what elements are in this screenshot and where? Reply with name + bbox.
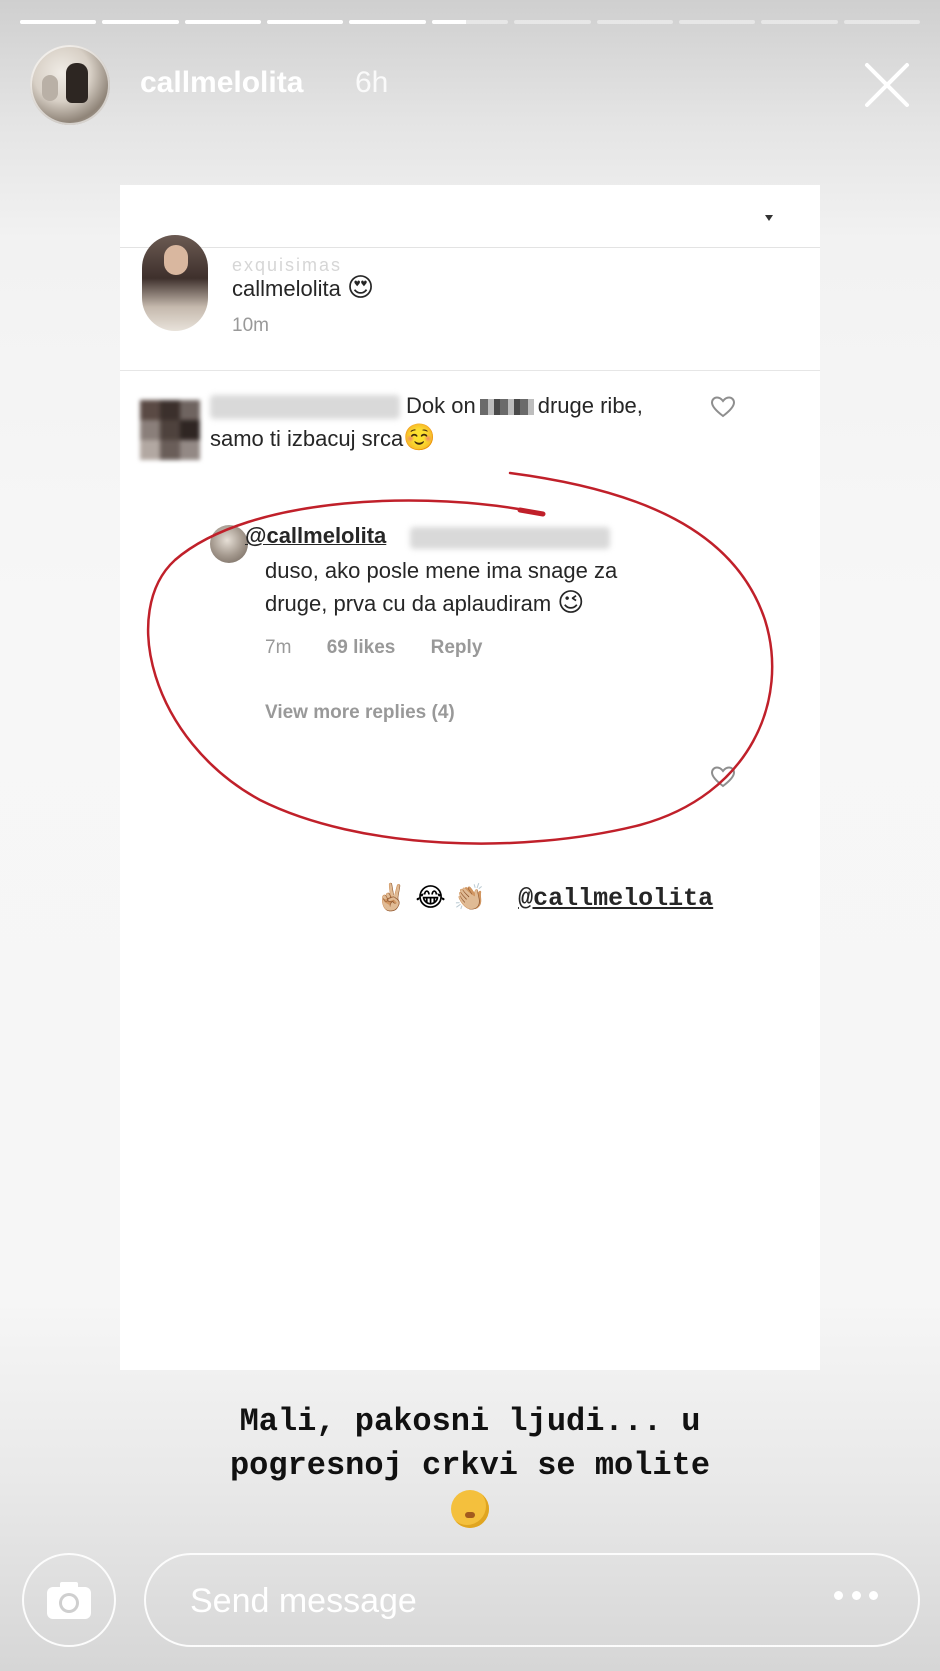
shushing-face-emoji — [451, 1490, 489, 1528]
close-button[interactable] — [862, 60, 912, 110]
comment-text-part2: druge ribe, — [537, 393, 643, 418]
reply-text-line1: duso, ako posle mene ima snage za — [265, 558, 618, 583]
censored-word — [479, 399, 534, 416]
story-progress-segment — [102, 20, 179, 24]
caption-time: 10m — [232, 315, 269, 336]
reply-handle[interactable]: @callmelolita — [245, 523, 386, 549]
story-caption-line2: pogresnoj crkvi se molite — [229, 1447, 711, 1484]
comment-text-part1: Dok on — [406, 393, 476, 418]
screenshot-top-bar — [120, 185, 820, 248]
winking-emoji: 😉 — [557, 588, 585, 618]
reply-likes[interactable]: 69 likes — [327, 637, 396, 658]
story-progress-segment — [349, 20, 426, 24]
mention-tag[interactable]: @callmelolita — [518, 884, 713, 913]
story-caption: Mali, pakosni ljudi... u pogresnoj crkvi… — [0, 1400, 940, 1528]
mention-sticker: ✌🏼 😂 👏🏼 @callmelolita — [375, 883, 713, 913]
story-progress-segment — [761, 20, 838, 24]
close-icon — [865, 63, 909, 107]
commenter-avatar-blurred — [140, 400, 200, 460]
reply-button[interactable]: Reply — [431, 637, 483, 658]
story-viewer: callmelolita 6h exquisimas callmelolita … — [0, 0, 940, 1671]
profile-avatar[interactable] — [30, 45, 110, 125]
clapping-hands-emoji: 👏🏼 — [453, 883, 487, 913]
post-caption — [120, 248, 820, 371]
caption-username: callmelolita 😍 — [232, 273, 374, 303]
caption-avatar — [142, 235, 208, 331]
reply-text-line2: druge, prva cu da aplaudiram — [265, 591, 552, 616]
send-message-placeholder: Send message — [190, 1582, 417, 1620]
send-message-input[interactable]: Send message — [144, 1553, 920, 1647]
comment-text: Dok on druge ribe, samo ti izbacuj srca☺️ — [210, 390, 730, 455]
camera-icon — [47, 1582, 91, 1619]
heart-eyes-emoji: 😍 — [346, 273, 375, 303]
story-progress-segment — [678, 20, 756, 24]
view-more-replies-link[interactable]: View more replies (4) — [265, 702, 455, 724]
story-progress-segment — [596, 20, 673, 24]
reply-meta: 7m 69 likes Reply — [265, 637, 512, 659]
story-progress-segment — [514, 20, 591, 24]
dropdown-arrow-icon — [765, 215, 773, 221]
reply-mention-blurred — [410, 527, 610, 549]
story-progress-segment — [843, 20, 920, 24]
comment-text-line2: samo ti izbacuj srca — [210, 426, 404, 451]
camera-button[interactable] — [22, 1553, 116, 1647]
story-username[interactable]: callmelolita — [140, 66, 303, 100]
reply-time: 7m — [265, 637, 292, 658]
victory-hand-emoji: ✌🏼 — [375, 883, 408, 913]
story-progress-bar — [20, 20, 920, 24]
like-comment-heart-icon[interactable] — [710, 395, 736, 419]
story-caption-line1: Mali, pakosni ljudi... u — [239, 1403, 701, 1440]
story-progress-segment — [431, 20, 509, 24]
tears-of-joy-emoji: 😂 — [415, 883, 446, 913]
like-reply-heart-icon[interactable] — [710, 765, 736, 789]
story-progress-segment — [20, 20, 97, 24]
caption-username-text: callmelolita — [232, 276, 341, 301]
reply-avatar — [210, 525, 248, 563]
story-progress-segment — [184, 20, 262, 24]
more-options-icon[interactable] — [834, 1591, 878, 1607]
smiling-emoji: ☺️ — [403, 423, 436, 453]
story-progress-segment — [267, 20, 344, 24]
reply-text: duso, ako posle mene ima snage za druge,… — [265, 555, 705, 620]
story-timestamp: 6h — [355, 66, 389, 99]
shared-screenshot: exquisimas callmelolita 😍 10m Dok on drug… — [120, 185, 820, 1370]
